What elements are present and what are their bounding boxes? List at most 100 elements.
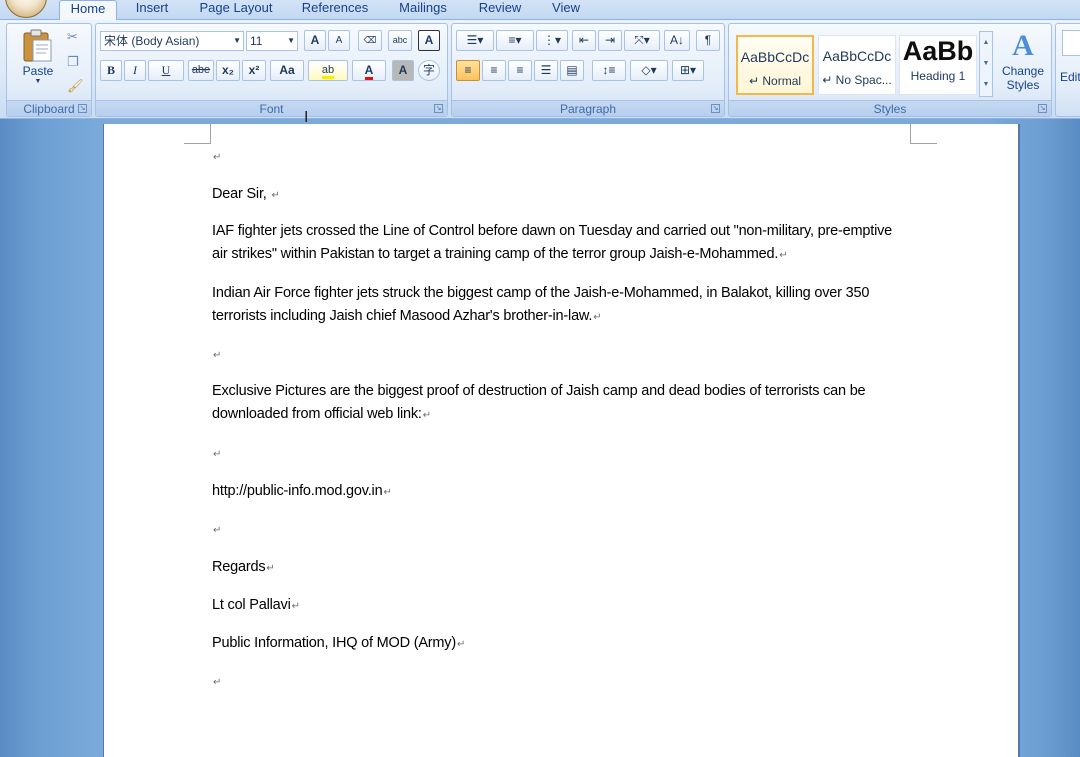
clipboard-dialog-launcher[interactable]: ↘ xyxy=(78,104,87,113)
multilevel-list-button[interactable]: ⋮▾ xyxy=(536,30,568,51)
empty-paragraph: ↵ xyxy=(212,442,902,466)
format-painter-icon[interactable]: 🖌 xyxy=(67,78,84,94)
editing-label[interactable]: Editi xyxy=(1060,70,1080,84)
sender-organization: Public Information, IHQ of MOD (Army)↵ xyxy=(212,632,902,656)
paragraph-mark: ↵ xyxy=(271,190,280,201)
greeting: Dear Sir, ↵ xyxy=(212,183,902,207)
tab-review[interactable]: Review xyxy=(472,0,528,19)
tab-page-layout[interactable]: Page Layout xyxy=(192,0,280,19)
subscript-button[interactable]: x₂ xyxy=(216,60,240,81)
highlight-button[interactable]: ab xyxy=(308,60,348,81)
tab-home[interactable]: Home xyxy=(59,0,117,20)
justify-button[interactable]: ☰ xyxy=(534,60,558,81)
bold-button[interactable]: B xyxy=(100,60,122,81)
font-name-combo[interactable]: 宋体 (Body Asian) ▼ xyxy=(100,31,244,51)
crop-mark-left xyxy=(184,124,211,144)
style-no-spacing[interactable]: AaBbCcDc ↵ No Spac... xyxy=(818,35,896,95)
empty-paragraph: ↵ xyxy=(212,145,902,169)
grow-font-button[interactable]: A xyxy=(304,30,326,51)
paint-bucket-icon: ◇▾ xyxy=(641,63,657,77)
show-hide-marks-button[interactable]: ¶ xyxy=(696,30,720,51)
text-direction-button[interactable]: ⤧▾ xyxy=(624,30,660,51)
office-button[interactable] xyxy=(5,0,47,18)
paragraph-group: ☰▾ ≡▾ ⋮▾ ⇤ ⇥ ⤧▾ A↓ ¶ ≡ ≡ ≡ ☰ ▤ ↕≡ ◇▾ ⊞▾ … xyxy=(451,23,725,117)
chevron-up-icon[interactable]: ▲ xyxy=(980,32,992,53)
strikethrough-button[interactable]: abe xyxy=(188,60,214,81)
paragraph-mark: ↵ xyxy=(213,152,222,163)
bullets-button[interactable]: ☰▾ xyxy=(456,30,494,51)
italic-button[interactable]: I xyxy=(124,60,146,81)
paragraph-mark: ↵ xyxy=(779,250,788,261)
clear-formatting-button[interactable]: ⌫ xyxy=(358,30,382,51)
paragraph-mark: ↵ xyxy=(213,350,222,361)
style-heading-1[interactable]: AaBb Heading 1 xyxy=(899,35,977,95)
text-direction-icon: ⤧▾ xyxy=(634,33,650,47)
tab-references[interactable]: References xyxy=(295,0,375,19)
body-paragraph-1-text: IAF fighter jets crossed the Line of Con… xyxy=(212,223,893,262)
shrink-font-button[interactable]: A xyxy=(328,30,350,51)
align-center-icon: ≡ xyxy=(490,63,498,77)
ribbon-tab-strip: Home Insert Page Layout References Maili… xyxy=(0,0,1080,20)
distributed-button[interactable]: ▤ xyxy=(560,60,584,81)
font-dialog-launcher[interactable]: ↘ xyxy=(434,104,443,113)
paragraph-label: Paragraph xyxy=(559,102,617,116)
editing-icon[interactable] xyxy=(1062,30,1080,56)
decrease-indent-button[interactable]: ⇤ xyxy=(572,30,596,51)
sender-name: Lt col Pallavi↵ xyxy=(212,594,902,618)
style-sample: AaBb xyxy=(902,36,974,66)
paragraph-mark: ↵ xyxy=(266,563,275,574)
decrease-indent-icon: ⇤ xyxy=(578,33,590,47)
styles-dialog-launcher[interactable]: ↘ xyxy=(1038,104,1047,113)
cut-icon[interactable]: ✂ xyxy=(67,29,78,45)
tab-mailings[interactable]: Mailings xyxy=(389,0,457,19)
sender-organization-text: Public Information, IHQ of MOD (Army) xyxy=(212,635,456,651)
copy-icon[interactable]: ❐ xyxy=(67,54,79,70)
ribbon: Paste ▼ ✂ ❐ 🖌 Clipboard ↘ 宋体 (Body Asian… xyxy=(0,19,1080,119)
paragraph-mark: ↵ xyxy=(213,525,222,536)
body-paragraph-3: Exclusive Pictures are the biggest proof… xyxy=(212,380,902,427)
shading-button[interactable]: ◇▾ xyxy=(630,60,668,81)
align-right-icon: ≡ xyxy=(516,63,524,77)
character-shading-button[interactable]: A xyxy=(392,60,414,81)
style-normal[interactable]: AaBbCcDc ↵ Normal xyxy=(736,35,814,95)
align-right-button[interactable]: ≡ xyxy=(508,60,532,81)
pilcrow-icon: ¶ xyxy=(704,33,712,47)
more-styles-icon[interactable]: ▼ xyxy=(980,74,992,95)
align-left-button[interactable]: ≡ xyxy=(456,60,480,81)
chevron-down-icon: ▼ xyxy=(233,36,241,45)
font-group-label: Font ↘ xyxy=(96,100,447,116)
change-styles-button[interactable]: A Change Styles xyxy=(997,28,1049,100)
empty-paragraph: ↵ xyxy=(212,343,902,367)
paste-icon xyxy=(23,29,52,62)
sort-button[interactable]: A↓ xyxy=(664,30,690,51)
web-link-text[interactable]: http://public-info.mod.gov.in xyxy=(212,483,383,499)
numbering-button[interactable]: ≡▾ xyxy=(496,30,534,51)
increase-indent-button[interactable]: ⇥ xyxy=(598,30,622,51)
paste-dropdown-icon[interactable]: ▼ xyxy=(11,78,65,85)
paragraph-mark: ↵ xyxy=(383,487,392,498)
editing-group: Editi xyxy=(1055,23,1080,117)
character-border-button[interactable]: A xyxy=(418,30,440,51)
underline-button[interactable]: U xyxy=(148,60,184,81)
styles-gallery-scroll[interactable]: ▲ ▼ ▼ xyxy=(979,31,993,97)
change-case-button[interactable]: Aa xyxy=(270,60,304,81)
enclose-characters-button[interactable]: 字 xyxy=(418,60,440,81)
font-color-button[interactable]: A xyxy=(352,60,386,81)
borders-icon: ⊞▾ xyxy=(679,63,697,77)
style-name: Heading 1 xyxy=(910,69,966,83)
paste-button[interactable]: Paste ▼ xyxy=(11,28,65,92)
align-center-button[interactable]: ≡ xyxy=(482,60,506,81)
body-paragraph-1: IAF fighter jets crossed the Line of Con… xyxy=(212,220,902,267)
superscript-button[interactable]: x² xyxy=(242,60,266,81)
line-spacing-button[interactable]: ↕≡ xyxy=(592,60,626,81)
phonetic-guide-button[interactable]: abc xyxy=(388,30,412,51)
borders-button[interactable]: ⊞▾ xyxy=(672,60,704,81)
regards-text: Regards xyxy=(212,559,266,575)
paragraph-dialog-launcher[interactable]: ↘ xyxy=(711,104,720,113)
font-size-combo[interactable]: 11 ▼ xyxy=(246,31,298,51)
tab-view[interactable]: View xyxy=(543,0,589,19)
chevron-down-icon[interactable]: ▼ xyxy=(980,53,992,74)
regards: Regards↵ xyxy=(212,556,902,580)
document-page[interactable]: ↵ Dear Sir, ↵ IAF fighter jets crossed t… xyxy=(104,124,1018,757)
tab-insert[interactable]: Insert xyxy=(126,0,178,19)
